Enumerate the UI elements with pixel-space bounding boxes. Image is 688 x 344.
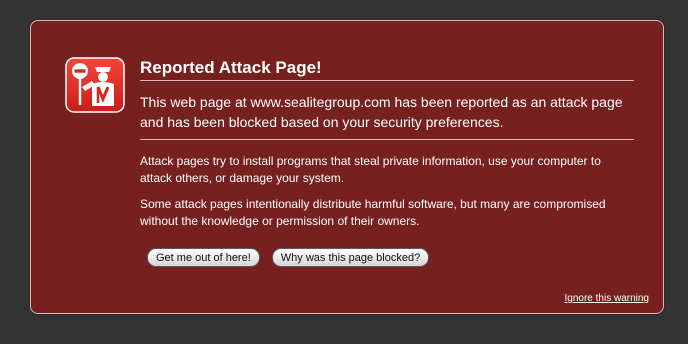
title-divider [140,80,634,81]
blocked-guard-icon [65,57,125,113]
attack-warning-panel: Reported Attack Page! This web page at w… [30,20,664,314]
section-divider [140,139,634,140]
lead-message: This web page at www.sealitegroup.com ha… [140,94,623,130]
detail-paragraph-1: Attack pages try to install programs tha… [140,154,601,185]
get-me-out-button[interactable]: Get me out of here! [147,248,260,267]
detail-paragraph-2: Some attack pages intentionally distribu… [140,197,606,228]
why-blocked-button[interactable]: Why was this page blocked? [271,248,430,267]
ignore-warning-link[interactable]: Ignore this warning [565,293,650,304]
dialog-title: Reported Attack Page! [140,58,322,77]
action-buttons: Get me out of here! Why was this page bl… [147,248,430,267]
warning-content: Reported Attack Page! This web page at w… [140,57,634,230]
